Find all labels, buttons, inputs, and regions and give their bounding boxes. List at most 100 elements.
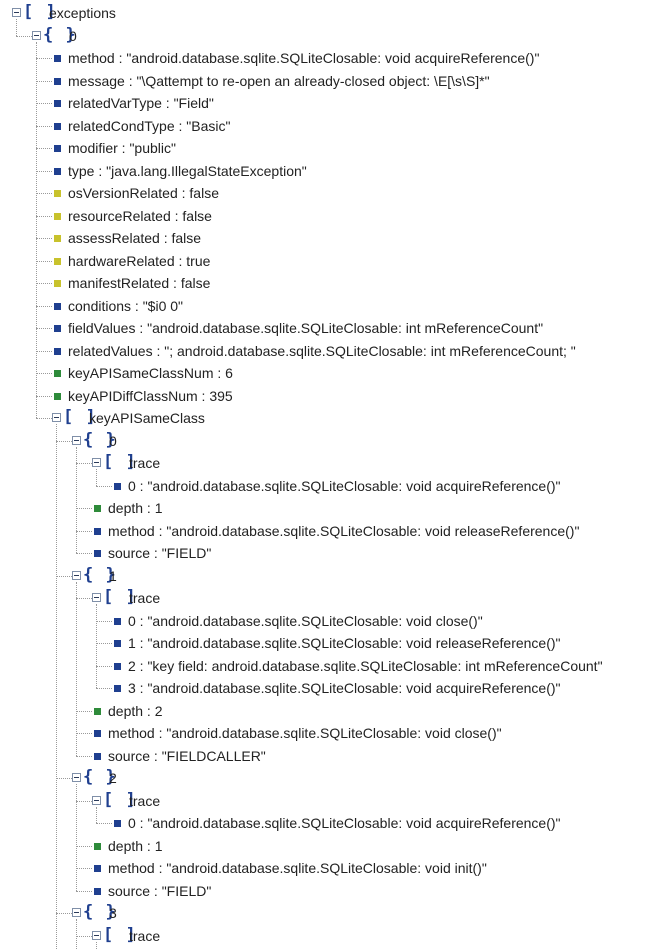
tree-connector <box>36 350 52 352</box>
tree-node: message : "\Qattempt to re-open an alrea… <box>0 70 663 92</box>
node-label: 2 : "key field: android.database.sqlite.… <box>128 657 603 674</box>
tree-node: type : "java.lang.IllegalStateException" <box>0 160 663 182</box>
collapse-toggle-icon[interactable] <box>92 458 101 467</box>
node-label: resourceRelated : false <box>68 207 212 224</box>
string-value-icon <box>54 325 61 332</box>
node-label: manifestRelated : false <box>68 275 211 291</box>
tree-node: 3 : "android.database.sqlite.SQLiteClosa… <box>0 677 663 699</box>
tree-node: fieldValues : "android.database.sqlite.S… <box>0 317 663 339</box>
tree-node[interactable]: [ ] trace <box>0 452 663 474</box>
collapse-toggle-icon[interactable] <box>92 795 101 805</box>
tree-node[interactable]: [ ] keyAPISameClass <box>0 407 663 429</box>
string-value-icon <box>114 617 121 625</box>
tree-node: source : "FIELD" <box>0 880 663 902</box>
string-value-icon <box>54 77 61 85</box>
node-label: message : "\Qattempt to re-open an alrea… <box>68 72 490 89</box>
node-label: 3 : "android.database.sqlite.SQLiteClosa… <box>128 680 561 696</box>
node-label: source : "FIELD" <box>108 882 212 899</box>
node-label: depth : 1 <box>108 837 163 854</box>
tree-node[interactable]: [ ] trace <box>0 925 663 947</box>
string-value-icon <box>114 482 121 490</box>
node-label: exceptions <box>49 5 116 21</box>
tree-node[interactable]: [ ] trace <box>0 790 663 812</box>
boolean-value-icon <box>54 190 61 197</box>
tree-node: method : "android.database.sqlite.SQLite… <box>0 857 663 879</box>
string-value-icon <box>94 887 101 895</box>
string-value-icon <box>54 347 61 355</box>
node-label: 0 : "android.database.sqlite.SQLiteClosa… <box>128 612 483 629</box>
tree-connector <box>76 800 92 802</box>
tree-node: depth : 2 <box>0 700 663 722</box>
tree-connector <box>16 35 32 37</box>
tree-node: source : "FIELDCALLER" <box>0 745 663 767</box>
tree-node: modifier : "public" <box>0 137 663 159</box>
collapse-toggle-icon[interactable] <box>72 908 81 917</box>
string-value-icon <box>54 167 61 175</box>
tree-node: 2 : "key field: android.database.sqlite.… <box>0 655 663 677</box>
tree-node: manifestRelated : false <box>0 272 663 294</box>
tree-connector <box>56 575 72 577</box>
tree-node: 0 : "android.database.sqlite.SQLiteClosa… <box>0 475 663 497</box>
tree-connector <box>76 598 92 599</box>
tree-node: method : "android.database.sqlite.SQLite… <box>0 520 663 542</box>
collapse-toggle-icon[interactable] <box>72 773 81 782</box>
node-label: method : "android.database.sqlite.SQLite… <box>108 860 487 876</box>
tree-connector <box>36 125 52 127</box>
tree-node[interactable]: { } 3 <box>0 902 663 924</box>
tree-node[interactable]: [ ] trace <box>0 587 663 609</box>
node-label: trace <box>129 455 161 471</box>
node-label: 0 : "android.database.sqlite.SQLiteClosa… <box>128 477 561 494</box>
tree-node: method : "android.database.sqlite.SQLite… <box>0 722 663 744</box>
collapse-toggle-icon[interactable] <box>92 930 101 940</box>
node-label: 0 <box>109 432 117 449</box>
boolean-value-icon <box>54 212 61 220</box>
tree-node[interactable]: [ ] exceptions <box>0 2 663 24</box>
number-value-icon <box>54 392 61 400</box>
tree-node: conditions : "$i0 0" <box>0 295 663 317</box>
tree-node[interactable]: { } 0 <box>0 25 663 47</box>
tree-connector <box>96 620 112 622</box>
collapse-toggle-icon[interactable] <box>32 30 41 40</box>
string-value-icon <box>94 865 101 872</box>
tree-connector <box>36 328 52 329</box>
collapse-toggle-icon[interactable] <box>52 413 61 422</box>
tree-connector <box>36 80 52 82</box>
tree-connector <box>36 148 52 149</box>
tree-node[interactable]: { } 0 <box>0 430 663 452</box>
node-label: method : "android.database.sqlite.SQLite… <box>108 522 580 539</box>
node-label: trace <box>129 590 161 606</box>
tree-connector <box>36 305 52 307</box>
node-label: hardwareRelated : true <box>68 252 211 269</box>
node-label: 1 <box>109 567 117 584</box>
string-value-icon <box>54 302 61 310</box>
tree-connector <box>36 103 52 104</box>
tree-node[interactable]: { } 2 <box>0 767 663 789</box>
node-label: type : "java.lang.IllegalStateException" <box>68 162 307 179</box>
node-label: keyAPIDiffClassNum : 395 <box>68 387 233 404</box>
collapse-toggle-icon[interactable] <box>72 435 81 445</box>
tree-node: keyAPISameClassNum : 6 <box>0 362 663 384</box>
node-label: keyAPISameClass <box>89 410 205 426</box>
json-tree-view: [ ] exceptions{ } 0 method : "android.datab… <box>0 0 663 949</box>
node-label: 0 : "android.database.sqlite.SQLiteClosa… <box>128 815 561 831</box>
node-label: source : "FIELDCALLER" <box>108 747 266 764</box>
tree-node: relatedValues : "; android.database.sqli… <box>0 340 663 362</box>
collapse-toggle-icon[interactable] <box>12 8 21 17</box>
tree-connector <box>96 823 112 824</box>
boolean-value-icon <box>54 280 61 287</box>
tree-node: keyAPIDiffClassNum : 395 <box>0 385 663 407</box>
string-value-icon <box>54 55 61 62</box>
node-label: assessRelated : false <box>68 230 202 246</box>
tree-connector <box>36 260 52 262</box>
node-label: method : "android.database.sqlite.SQLite… <box>68 50 540 66</box>
collapse-toggle-icon[interactable] <box>72 570 81 580</box>
string-value-icon <box>94 730 101 737</box>
node-label: conditions : "$i0 0" <box>68 297 184 314</box>
string-value-icon <box>94 550 101 557</box>
node-label: fieldValues : "android.database.sqlite.S… <box>68 320 544 336</box>
tree-node: method : "android.database.sqlite.SQLite… <box>0 47 663 69</box>
collapse-toggle-icon[interactable] <box>92 593 101 602</box>
tree-connector <box>36 418 52 419</box>
tree-connector <box>76 733 92 734</box>
tree-node[interactable]: { } 1 <box>0 565 663 587</box>
